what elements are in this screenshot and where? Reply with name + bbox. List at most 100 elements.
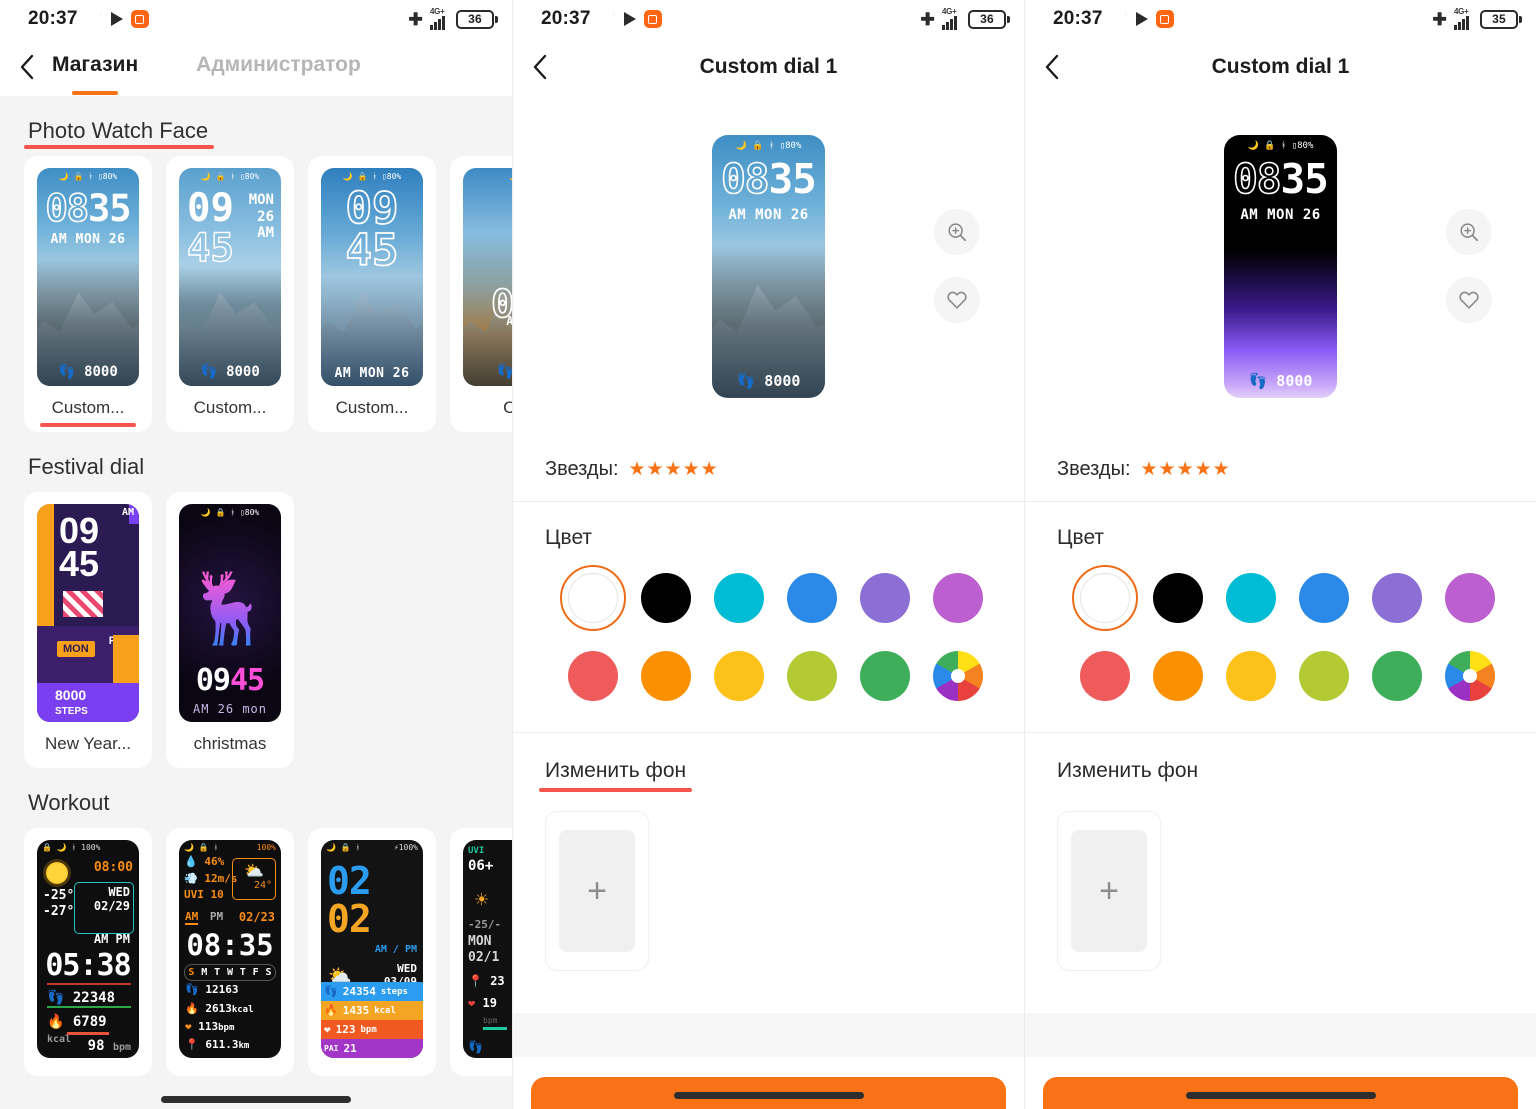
dial-steps: 👣 8000 <box>1248 371 1313 390</box>
dial-hour: 09 <box>187 186 234 231</box>
watchface-card[interactable]: 🌙 🔒 ᚼ ▯80% 0835 AM MON 26 👣 8000 Custom.… <box>24 156 152 432</box>
panel-detail-gradient: 20:37 ✚ 4G+ 35 Custom dial 1 🌙 🔒 ᚼ ▯80% … <box>1024 0 1536 1109</box>
panel-detail-photo: 20:37 ✚ 4G+ 36 Custom dial 1 🌙 🔒 ᚼ ▯80% … <box>512 0 1024 1109</box>
three-panel-screenshot: 20:37 ✚ 4G+ 36 Магазин Администратор Pho… <box>0 0 1536 1109</box>
dial-preview: 🌙 🔒 ᚼ ▯80% 0835 AM MON 26 👣 8000 <box>37 168 139 386</box>
color-swatch-white[interactable] <box>560 565 626 631</box>
dial-alarm: 08:00 <box>93 860 133 875</box>
watchface-card[interactable]: UVI 06+ ☀ -25/- MON 02/1 📍 23 ❤ 19 bpm 👣 <box>450 828 512 1076</box>
tab-administrator[interactable]: Администратор <box>196 53 361 81</box>
dial-date: AM 26 mon <box>192 702 268 716</box>
dial-temp: -25/- <box>468 918 502 931</box>
festival-dial-row: AM 09 45 MON POW 80% <box>0 492 512 768</box>
color-swatch-amber[interactable] <box>1223 648 1279 704</box>
color-label: Цвет <box>1057 526 1105 549</box>
watchface-card[interactable]: 🌙 AM 09 👣 8 Cu <box>450 156 512 432</box>
app-icon <box>1155 10 1174 28</box>
heart-icon[interactable] <box>1446 277 1492 323</box>
color-swatch-orchid[interactable] <box>930 570 986 626</box>
dial-preview: AM 09 45 MON POW 80% <box>37 504 139 722</box>
dial-preview-large[interactable]: 🌙 🔒 ᚼ ▯80% 0835 AM MON 26 👣 8000 <box>1224 134 1337 398</box>
signal-icon: 4G+ <box>430 6 449 30</box>
status-right: ✚ 4G+ 36 <box>921 7 1010 30</box>
dial-date: AM MON 26 <box>334 366 410 381</box>
dial-ampm: AM PM <box>93 932 130 946</box>
dial-weekdays: SMTWTFS <box>184 964 276 981</box>
dial-status-icons: 🌙 🔒 ᚼ ▯80% <box>735 140 802 151</box>
network-type: 4G+ <box>430 6 445 16</box>
color-swatch-green[interactable] <box>857 648 913 704</box>
watchface-card[interactable]: 🌙 🔒 ᚼ 100% 💧 46% 💨 12m/s UVI 10 ⛅ 24° AM… <box>166 828 294 1076</box>
play-icon <box>623 12 636 26</box>
status-time: 20:37 <box>541 8 591 29</box>
watchface-card[interactable]: AM 09 45 MON POW 80% <box>24 492 152 768</box>
dial-daynum: 26 <box>257 208 274 225</box>
watchface-card[interactable]: 🌙 🔒 ᚼ ▯80% 🦌 0945 AM 26 mon christmas <box>166 492 294 768</box>
network-type: 4G+ <box>1454 6 1469 16</box>
color-swatch-wheel[interactable] <box>1442 648 1498 704</box>
watchface-label: Custom... <box>193 398 267 417</box>
zoom-in-icon[interactable] <box>934 209 980 255</box>
background-section: Изменить фон + <box>1025 733 1536 971</box>
bluetooth-icon: ✚ <box>1432 9 1447 29</box>
dial-weekday: MON <box>248 192 274 208</box>
watchface-card[interactable]: 🔒 🌙 ᚼ 100% 08:00 -25° -27° WED 02/29 AM <box>24 828 152 1076</box>
dial-time: 09 45 <box>59 513 99 582</box>
add-background-button[interactable]: + <box>1057 811 1161 971</box>
color-swatch-violet[interactable] <box>1369 570 1425 626</box>
bluetooth-icon: ✚ <box>408 9 423 29</box>
color-swatch-green[interactable] <box>1369 648 1425 704</box>
dial-status-icons: 🌙 🔒 ᚼ ▯80% <box>200 172 260 181</box>
color-swatch-orchid[interactable] <box>1442 570 1498 626</box>
color-swatch-black[interactable] <box>1150 570 1206 626</box>
color-swatch-lime[interactable] <box>784 648 840 704</box>
heart-icon[interactable] <box>934 277 980 323</box>
dial-preview: 🌙 AM 09 👣 8 <box>463 168 512 386</box>
color-swatch-white[interactable] <box>1072 565 1138 631</box>
store-navbar: Магазин Администратор <box>0 38 512 96</box>
back-button[interactable] <box>0 54 52 80</box>
watchface-card[interactable]: 🌙 🔒 ᚼ ▯80% 09 45 AM MON 26 Custom... <box>308 156 436 432</box>
background-label: Изменить фон <box>1057 759 1199 782</box>
gift-graphic <box>63 591 103 618</box>
color-swatch-cyan[interactable] <box>711 570 767 626</box>
watchface-card[interactable]: 🌙 🔒 ᚼ ⚡100% 02 02 AM / PM ⛅ WED 03/09 👣 … <box>308 828 436 1076</box>
dial-uvi-label: UVI <box>468 846 485 856</box>
dial-time: 08:35 <box>186 928 274 962</box>
color-swatch-amber[interactable] <box>711 648 767 704</box>
color-swatch-red[interactable] <box>1077 648 1133 704</box>
watchface-card[interactable]: 🌙 🔒 ᚼ ▯80% 09 45 MON 26 AM 👣 8000 Custom… <box>166 156 294 432</box>
star-rating[interactable]: ★★★★★ <box>1141 458 1231 481</box>
zoom-in-icon[interactable] <box>1446 209 1492 255</box>
dial-stats: 👣 12163 🔥 2613kcal ❤ 113bpm 📍 611.3km <box>185 983 254 1051</box>
color-swatch-lime[interactable] <box>1296 648 1352 704</box>
color-swatch-blue[interactable] <box>1296 570 1352 626</box>
store-scroll-body[interactable]: Photo Watch Face 🌙 🔒 ᚼ ▯80% 0835 AM MON … <box>0 96 512 1109</box>
section-title-workout: Workout <box>28 790 110 815</box>
dial-preview-large[interactable]: 🌙 🔒 ᚼ ▯80% 0835 AM MON 26 👣 8000 <box>712 134 825 398</box>
color-swatch-black[interactable] <box>638 570 694 626</box>
color-swatch-wheel[interactable] <box>930 648 986 704</box>
back-button[interactable] <box>1025 54 1077 80</box>
color-swatch-violet[interactable] <box>857 570 913 626</box>
tab-store[interactable]: Магазин <box>52 53 138 81</box>
plus-icon: + <box>1071 830 1147 952</box>
dial-minute: 02 <box>327 897 372 941</box>
home-indicator <box>1185 1092 1376 1099</box>
battery-level: 35 <box>1480 9 1518 29</box>
dial-preview: 🌙 🔒 ᚼ ▯80% 🦌 0945 AM 26 mon <box>179 504 281 722</box>
color-swatch-orange[interactable] <box>1150 648 1206 704</box>
status-time: 20:37 <box>1053 8 1103 29</box>
dial-date: AM MON 26 <box>1240 206 1321 223</box>
back-button[interactable] <box>513 54 565 80</box>
color-swatch-red[interactable] <box>565 648 621 704</box>
color-swatch-orange[interactable] <box>638 648 694 704</box>
plus-icon: + <box>559 830 635 952</box>
color-swatch-blue[interactable] <box>784 570 840 626</box>
star-rating[interactable]: ★★★★★ <box>629 458 719 481</box>
status-left: 20:37 <box>28 8 149 30</box>
add-background-button[interactable]: + <box>545 811 649 971</box>
color-swatch-cyan[interactable] <box>1223 570 1279 626</box>
app-icon <box>643 10 662 28</box>
dial-preview: 🔒 🌙 ᚼ 100% 08:00 -25° -27° WED 02/29 AM <box>37 840 139 1058</box>
